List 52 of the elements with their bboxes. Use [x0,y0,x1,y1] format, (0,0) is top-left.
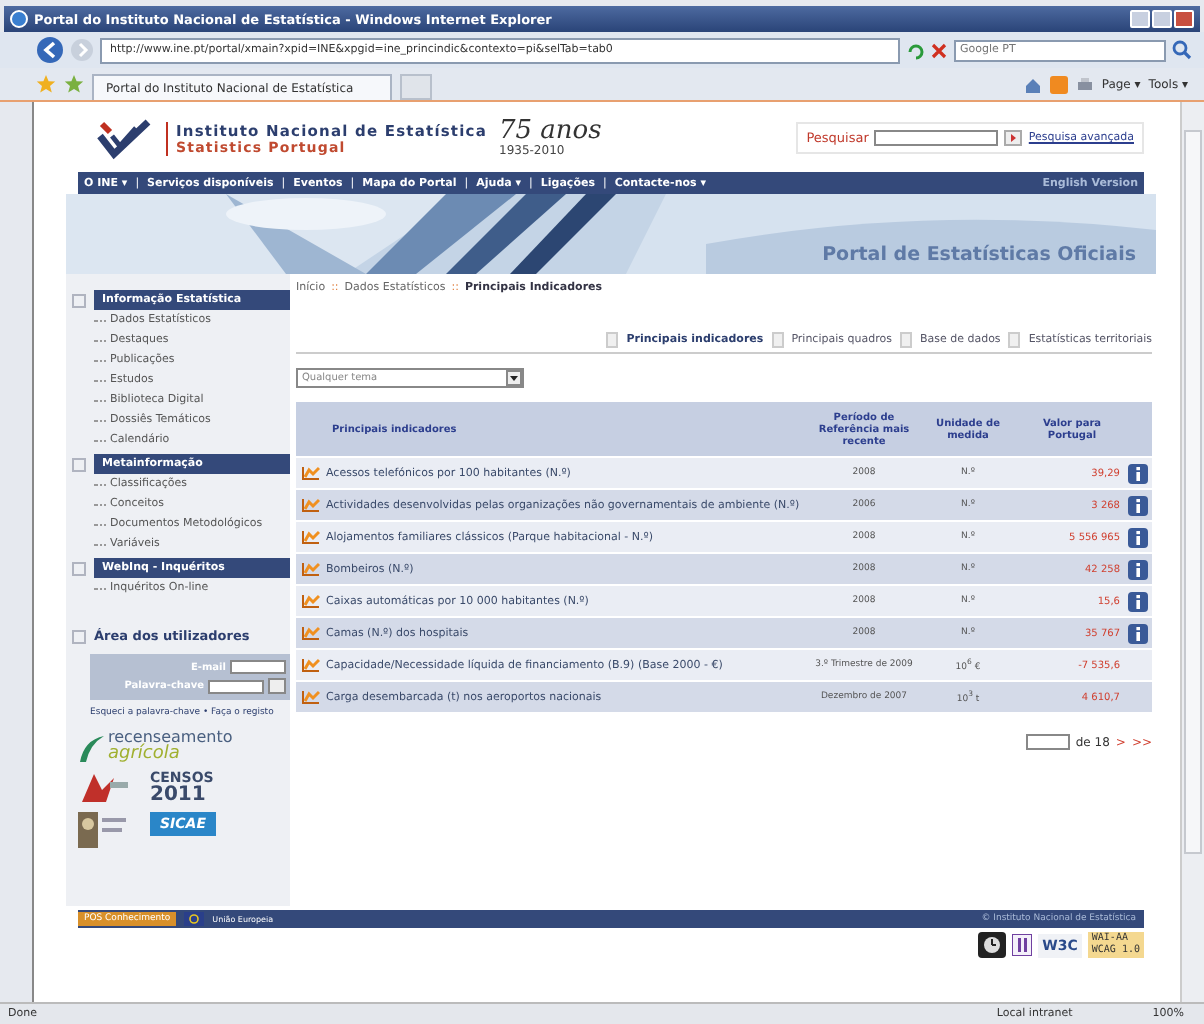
email-field[interactable] [230,660,286,674]
tab-marker-icon [606,332,619,348]
flag-icon [184,912,205,926]
chart-icon[interactable] [301,594,319,608]
close-button[interactable] [1174,10,1194,28]
banner-title: Portal de Estatísticas Oficiais [822,244,1136,266]
tab-marker-icon [1008,332,1021,348]
printer-icon[interactable] [1075,75,1094,93]
collapse-icon[interactable] [72,561,86,575]
search-icon[interactable] [1172,40,1192,60]
info-icon[interactable] [1128,623,1148,643]
tab-marker-icon [899,332,912,348]
dropdown-arrow-icon [506,370,522,386]
logo-icon [94,116,154,160]
info-icon[interactable] [1128,591,1148,611]
chart-icon[interactable] [301,690,319,704]
page-field[interactable] [1025,734,1070,750]
logo-text: agrícola [108,746,182,764]
feed-icon[interactable] [1049,75,1068,93]
scrollbar[interactable] [1180,102,1204,1002]
clock-icon [978,932,1007,958]
chart-icon[interactable] [301,498,319,512]
chart-icon[interactable] [301,626,319,640]
login-button[interactable] [268,678,286,694]
tab-marker-icon [771,332,784,348]
favorites-star-icon[interactable] [36,74,56,94]
emblem-icon [78,770,130,806]
info-icon[interactable] [1128,559,1148,579]
info-icon[interactable] [1128,463,1148,483]
anniversary-signature: 75 anos [499,118,602,144]
logo-text: 2011 [150,786,206,806]
swoosh-icon [78,731,106,763]
collapse-icon[interactable] [72,293,86,307]
chart-icon[interactable] [301,466,319,480]
figure-icon [78,812,130,848]
back-button[interactable] [36,36,64,64]
home-icon[interactable] [1023,75,1042,93]
logo-text: recenseamento [108,730,233,746]
info-icon[interactable] [1128,527,1148,547]
collapse-icon[interactable] [72,629,86,643]
search-field[interactable] [874,130,999,146]
go-button[interactable] [1004,130,1023,146]
info-icon[interactable] [1128,495,1148,515]
browser-icon [10,10,28,28]
refresh-icon[interactable] [906,41,924,59]
collapse-icon[interactable] [72,457,86,471]
chart-icon[interactable] [301,530,319,544]
chart-icon[interactable] [301,562,319,576]
chart-icon[interactable] [301,658,319,672]
password-field[interactable] [208,679,264,693]
close-icon[interactable] [930,41,948,59]
add-favorite-icon[interactable] [64,74,84,94]
